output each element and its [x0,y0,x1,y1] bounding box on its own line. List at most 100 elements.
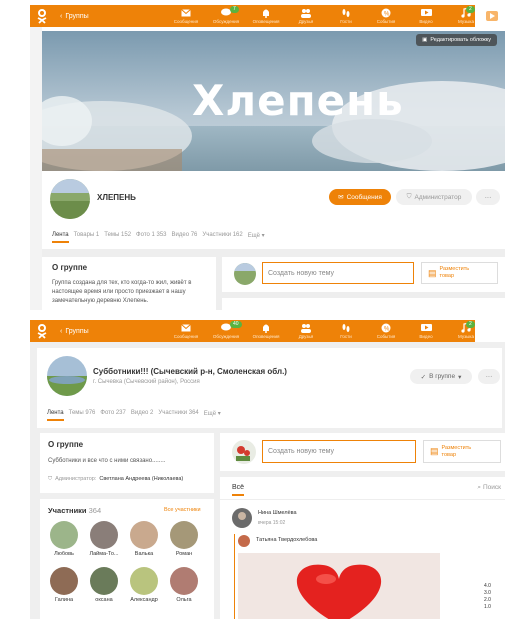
tab-feed[interactable]: Лента [47,410,64,421]
repost-author-avatar[interactable] [238,535,250,547]
all-members-link[interactable]: Все участники [164,507,201,513]
shield-icon: ⛉ [406,193,412,200]
group-avatar[interactable] [47,356,87,396]
member-item[interactable]: Валька [128,521,160,557]
more-button[interactable]: ··· [476,189,500,205]
nav-discussions[interactable]: Обсуждения 7 [206,5,246,27]
member-item[interactable]: оксана [88,567,120,603]
footprints-icon [340,7,352,18]
repost-author[interactable]: Татьяна Твердохлебова [256,537,317,543]
new-topic-input[interactable]: Создать новую тему [262,262,414,284]
administrator-button[interactable]: ⛉ Администратор [396,189,472,205]
tab-members[interactable]: Участники 162 [202,232,242,243]
member-item[interactable]: Ольга [168,567,200,603]
chevron-left-icon: ‹ [60,327,63,335]
chevron-left-icon: ‹ [60,12,63,20]
avatar [50,521,78,549]
ok-logo-icon[interactable] [34,8,50,24]
avatar [90,521,118,549]
tab-feed[interactable]: Лента [52,232,69,243]
nav-friends[interactable]: Друзья [286,5,326,27]
nav-friends[interactable]: Друзья [286,320,326,342]
member-item[interactable]: Любовь [48,521,80,557]
repost-line [234,534,235,619]
about-card: О группе Группа создана для тех, кто ког… [42,257,216,310]
group-name: Субботники!!! (Сычевский р-н, Смоленская… [93,367,287,376]
check-icon: ✓ [420,373,427,381]
back-to-groups-link[interactable]: ‹ Группы [60,328,89,335]
market-icon: ▤ [430,446,439,456]
members-count: 364 [88,506,102,515]
tab-topics[interactable]: Темы 976 [69,410,96,421]
chevron-down-icon: ▾ [458,373,462,381]
nav-music[interactable]: Музыка 2 [446,320,486,342]
user-avatar[interactable] [232,440,256,464]
avatar [130,521,158,549]
video-icon [420,322,432,333]
member-item[interactable]: Александр [128,567,160,603]
nav-notifications[interactable]: Оповещения [246,320,286,342]
group-location: г. Сычевка (Сычевский район), Россия [93,379,200,385]
member-item[interactable]: Галина [48,567,80,603]
new-topic-input[interactable]: Создать новую тему [262,440,416,463]
play-icon[interactable] [486,11,498,21]
edit-cover-button[interactable]: ▣ Редактировать обложку [416,34,497,46]
events-icon: % [380,322,392,333]
nav-guests[interactable]: Гости [326,5,366,27]
video-icon [420,7,432,18]
tab-members[interactable]: Участники 364 [158,410,198,421]
nav-video[interactable]: Видео [406,320,446,342]
post-image[interactable] [238,553,440,619]
member-item[interactable]: Роман [168,521,200,557]
tab-products[interactable]: Товары 1 [74,232,100,243]
divider [220,499,505,500]
nav-messages[interactable]: Сообщения [166,320,206,342]
tab-videos[interactable]: Видео 76 [172,232,198,243]
back-to-groups-link[interactable]: ‹ Группы [60,13,89,20]
member-item[interactable]: Лайма-То... [88,521,120,557]
group-header-card-2: Субботники!!! (Сычевский р-н, Смоленская… [37,348,502,428]
tab-videos[interactable]: Видео 2 [131,410,154,421]
tab-photos[interactable]: Фото 1 353 [136,232,166,243]
admin-name-link[interactable]: Светлана Андреева (Николаева) [99,476,183,483]
place-product-button[interactable]: ▤ Разместить товар [423,440,501,463]
nav-messages[interactable]: Сообщения [166,5,206,27]
tab-topics[interactable]: Темы 152 [104,232,131,243]
friends-icon [300,7,312,18]
feed-card: Всё ⌕ Поиск Нина Шмелёва вчера 15:02 Тать… [220,477,505,619]
feed-tab-all[interactable]: Всё [232,484,245,496]
more-button[interactable]: ··· [478,369,500,384]
nav-discussions[interactable]: Обсуждения 40 [206,320,246,342]
section-gap [42,249,505,257]
tab-more[interactable]: Ещё ▾ [248,232,265,243]
nav-notifications[interactable]: Оповещения [246,5,286,27]
tab-more[interactable]: Ещё ▾ [204,410,221,421]
tab-photos[interactable]: Фото 237 [100,410,125,421]
user-avatar[interactable] [234,263,256,285]
discussions-badge: 7 [230,6,239,13]
nav-events[interactable]: % События [366,5,406,27]
place-product-button[interactable]: ▤ Разместить товар [421,262,498,284]
post-author[interactable]: Нина Шмелёва [258,510,297,516]
members-title: Участники 364 [48,506,102,515]
group-avatar[interactable] [50,179,90,219]
post-author-avatar[interactable] [232,508,252,528]
about-text: Субботники и все что с ними связано.....… [48,458,166,464]
main-nav-2: Сообщения Обсуждения 40 Оповещения Друзья… [166,320,486,342]
nav-guests[interactable]: Гости [326,320,366,342]
svg-text:%: % [384,326,390,332]
in-group-button[interactable]: ✓ В группе ▾ [410,369,472,384]
nav-events[interactable]: % События [366,320,406,342]
nav-music[interactable]: Музыка 2 [446,5,486,27]
avatar [170,521,198,549]
nav-video[interactable]: Видео [406,5,446,27]
feed-search[interactable]: ⌕ Поиск [477,484,501,492]
new-topic-card-2: Создать новую тему ▤ Разместить товар [220,433,505,471]
ok-logo-icon[interactable] [34,323,50,339]
avatar [130,567,158,595]
messages-button[interactable]: ✉ Сообщения [329,189,391,205]
envelope-icon: ✉ [338,194,344,201]
avatar [90,567,118,595]
top-nav-bar-2: ‹ Группы Сообщения Обсуждения 40 Оповещен… [30,320,475,342]
top-nav-bar: ‹ Группы Сообщения Обсуждения 7 Оповещени… [30,5,498,27]
